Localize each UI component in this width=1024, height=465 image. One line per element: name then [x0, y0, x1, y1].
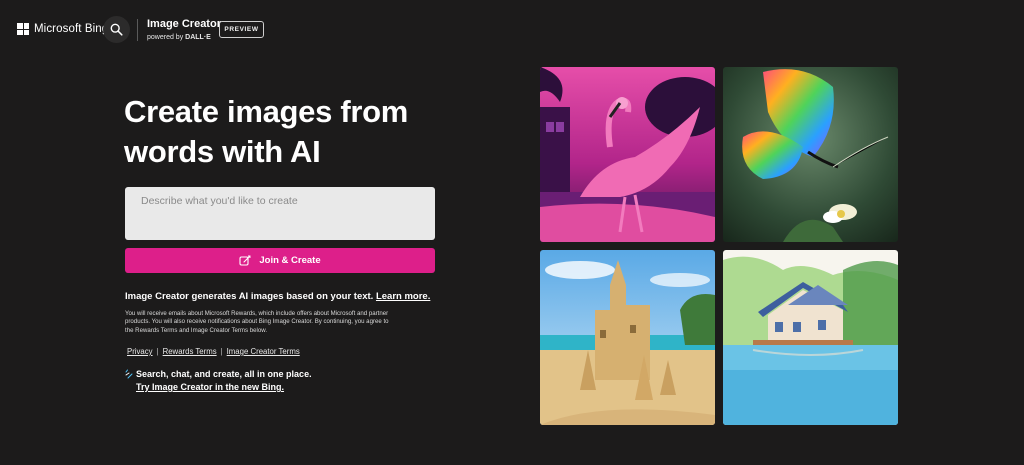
- terms-separator: |: [220, 347, 223, 356]
- rewards-terms-link[interactable]: Rewards Terms: [163, 347, 217, 356]
- hero-title-line2: words with AI: [124, 134, 321, 169]
- powered-by-prefix: powered by: [147, 34, 184, 41]
- promo-text: Search, chat, and create, all in one pla…: [136, 369, 312, 379]
- image-creator-terms-link[interactable]: Image Creator Terms: [227, 347, 300, 356]
- privacy-link[interactable]: Privacy: [127, 347, 153, 356]
- hero-title-line1: Create images from: [124, 94, 409, 129]
- info-text: Image Creator generates AI images based …: [125, 291, 445, 302]
- butterfly-image: [723, 67, 898, 242]
- create-icon: [239, 255, 251, 266]
- sandcastle-image: [540, 250, 715, 425]
- preview-badge: PREVIEW: [219, 21, 264, 38]
- join-and-create-button[interactable]: Join & Create: [125, 248, 435, 273]
- learn-more-link[interactable]: Learn more.: [376, 291, 430, 302]
- prompt-input[interactable]: [125, 187, 435, 240]
- header-divider: [137, 19, 138, 41]
- search-icon: [110, 23, 123, 36]
- flamingo-image: [540, 67, 715, 242]
- rewards-disclaimer: You will receive emails about Microsoft …: [125, 310, 389, 334]
- hero-title: Create images from words with AI: [124, 92, 454, 172]
- powered-by: powered by DALL·E: [147, 34, 221, 41]
- microsoft-logo-icon: [17, 23, 29, 35]
- terms-links: Privacy | Rewards Terms | Image Creator …: [127, 347, 300, 356]
- sparkle-icon: [125, 369, 133, 379]
- try-new-bing-link[interactable]: Try Image Creator in the new Bing.: [136, 382, 284, 392]
- join-button-label: Join & Create: [259, 255, 321, 266]
- bing-logo-link[interactable]: Microsoft Bing: [17, 23, 108, 35]
- info-main-text: Image Creator generates AI images based …: [125, 291, 374, 302]
- search-button[interactable]: [103, 16, 130, 43]
- top-header: Microsoft Bing Image Creator powered by …: [0, 0, 1024, 62]
- dalle-brand: DALL·E: [185, 34, 211, 41]
- product-title-block[interactable]: Image Creator powered by DALL·E: [147, 18, 221, 41]
- brand-name: Microsoft Bing: [34, 23, 109, 35]
- lake-house-image: [723, 250, 898, 425]
- product-title: Image Creator: [147, 18, 221, 30]
- terms-separator: |: [156, 347, 159, 356]
